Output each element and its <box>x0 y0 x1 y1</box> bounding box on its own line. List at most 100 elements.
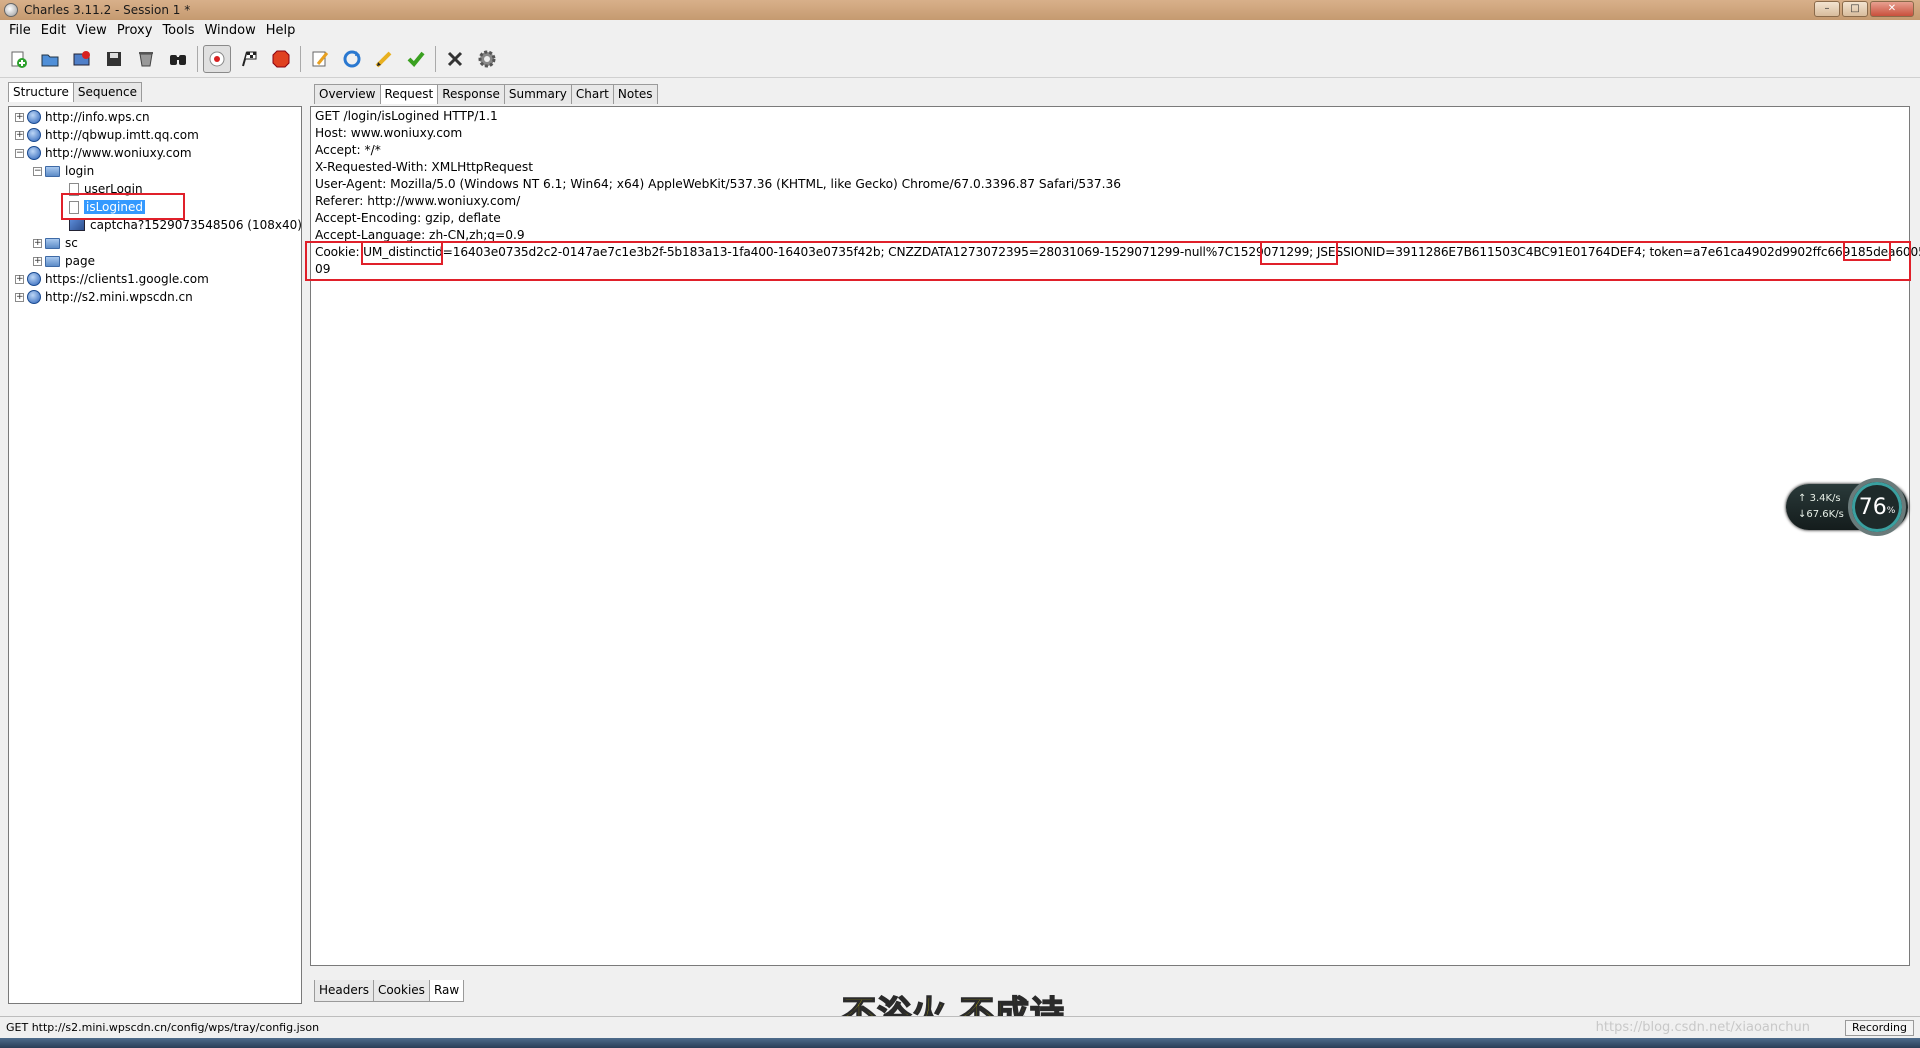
tree-item-label: https://clients1.google.com <box>45 272 209 286</box>
menu-help[interactable]: Help <box>261 23 301 38</box>
header-line: User-Agent: Mozilla/5.0 (Windows NT 6.1;… <box>315 177 1121 191</box>
structure-panel: Structure Sequence + http://info.wps.cn … <box>4 82 302 1012</box>
expand-icon[interactable]: + <box>33 256 42 266</box>
tree-item-folder[interactable]: − login <box>33 162 94 180</box>
tree-item-host[interactable]: + https://clients1.google.com <box>15 270 209 288</box>
download-speed: 67.6K/s <box>1806 509 1844 520</box>
record-icon[interactable] <box>203 44 231 73</box>
highlight-cookie-box <box>305 241 1911 281</box>
menu-tools[interactable]: Tools <box>157 23 199 38</box>
menu-edit[interactable]: Edit <box>36 23 71 38</box>
globe-icon <box>27 110 41 124</box>
tree-item-label: http://info.wps.cn <box>45 110 150 124</box>
header-line: Accept-Language: zh-CN,zh;q=0.9 <box>315 228 525 242</box>
upload-speed: 3.4K/s <box>1809 493 1841 504</box>
minimize-button[interactable]: – <box>1814 1 1840 17</box>
maximize-button[interactable]: □ <box>1842 1 1868 17</box>
image-icon <box>69 219 85 231</box>
breakpoints-icon[interactable] <box>267 45 295 73</box>
usage-percent-unit: % <box>1886 506 1896 516</box>
status-bar: GET http://s2.mini.wpscdn.cn/config/wps/… <box>0 1016 1920 1038</box>
tree-item-folder[interactable]: + page <box>33 252 95 270</box>
tree-item-folder[interactable]: + sc <box>33 234 78 252</box>
toolbar-separator <box>300 45 301 72</box>
header-line: X-Requested-With: XMLHttpRequest <box>315 160 534 174</box>
compose-icon[interactable] <box>306 45 334 73</box>
left-tabs: Structure Sequence <box>8 82 302 102</box>
tab-request[interactable]: Request <box>379 84 439 104</box>
repeat-icon[interactable] <box>338 45 366 73</box>
tab-chart[interactable]: Chart <box>570 84 614 104</box>
expand-icon[interactable]: + <box>15 292 24 302</box>
expand-icon[interactable]: + <box>33 238 42 248</box>
tab-raw[interactable]: Raw <box>428 980 465 1002</box>
highlight-um-distinctid <box>361 241 443 265</box>
window-controls: – □ ✕ <box>1814 1 1914 17</box>
validate-icon[interactable] <box>402 45 430 73</box>
globe-icon <box>27 272 41 286</box>
expand-icon[interactable]: + <box>15 112 24 122</box>
recording-indicator[interactable]: Recording <box>1844 1020 1914 1036</box>
highlight-jsessionid <box>1260 241 1338 265</box>
tab-overview[interactable]: Overview <box>314 84 381 104</box>
title-bar: Charles 3.11.2 - Session 1 * – □ ✕ <box>0 0 1920 20</box>
tree-item-label: http://s2.mini.wpscdn.cn <box>45 290 193 304</box>
new-session-icon[interactable] <box>4 45 32 73</box>
header-line: Accept-Encoding: gzip, deflate <box>315 211 501 225</box>
throttle-icon[interactable] <box>235 45 263 73</box>
tree-item-host[interactable]: − http://www.woniuxy.com <box>15 144 192 162</box>
toolbar <box>0 40 1920 78</box>
menu-file[interactable]: File <box>4 23 36 38</box>
tree-item-host[interactable]: + http://s2.mini.wpscdn.cn <box>15 288 193 306</box>
collapse-icon[interactable]: − <box>33 166 42 176</box>
detail-tabs: Overview Request Response Summary Chart … <box>314 84 658 104</box>
network-speed-widget[interactable]: ↑ 3.4K/s ↓67.6K/s 76% <box>1786 478 1908 536</box>
upload-arrow-icon: ↑ <box>1798 493 1807 504</box>
memory-usage-gauge: 76% <box>1848 478 1906 536</box>
open-session-icon[interactable] <box>36 45 64 73</box>
folder-icon <box>45 255 60 267</box>
header-line: Accept: */* <box>315 143 381 157</box>
detail-panel: Overview Request Response Summary Chart … <box>305 82 1920 1012</box>
tree-item-label: captcha?1529073548506 (108x40) <box>90 218 302 232</box>
expand-icon[interactable]: + <box>15 130 24 140</box>
tree-item-host[interactable]: + http://qbwup.imtt.qq.com <box>15 126 199 144</box>
structure-tree[interactable]: + http://info.wps.cn + http://qbwup.imtt… <box>8 106 302 1004</box>
close-button[interactable]: ✕ <box>1870 1 1914 17</box>
tab-headers[interactable]: Headers <box>314 980 374 1002</box>
highlight-box <box>61 193 185 220</box>
tab-response[interactable]: Response <box>437 84 505 104</box>
settings-icon[interactable] <box>473 45 501 73</box>
menu-view[interactable]: View <box>71 23 112 38</box>
tools-icon[interactable] <box>441 45 469 73</box>
expand-icon[interactable]: + <box>15 274 24 284</box>
tree-item-label: http://qbwup.imtt.qq.com <box>45 128 199 142</box>
save-icon[interactable] <box>100 45 128 73</box>
highlight-userid <box>1843 241 1891 261</box>
request-line: GET /login/isLogined HTTP/1.1 <box>315 109 498 123</box>
globe-icon <box>27 128 41 142</box>
tab-summary[interactable]: Summary <box>503 84 572 104</box>
find-icon[interactable] <box>164 45 192 73</box>
tree-item-label: page <box>65 254 95 268</box>
globe-icon <box>27 290 41 304</box>
tab-sequence[interactable]: Sequence <box>72 82 143 102</box>
watermark-url: https://blog.csdn.net/xiaoanchun <box>1595 1020 1810 1035</box>
tab-structure[interactable]: Structure <box>8 82 74 102</box>
collapse-icon[interactable]: − <box>15 148 24 158</box>
clear-icon[interactable] <box>132 45 160 73</box>
toolbar-separator <box>197 45 198 72</box>
tab-notes[interactable]: Notes <box>612 84 658 104</box>
menu-bar: File Edit View Proxy Tools Window Help <box>0 20 1920 40</box>
close-session-icon[interactable] <box>68 45 96 73</box>
tab-cookies[interactable]: Cookies <box>372 980 430 1002</box>
request-raw-view[interactable]: GET /login/isLogined HTTP/1.1 Host: www.… <box>305 106 1920 966</box>
status-text: GET http://s2.mini.wpscdn.cn/config/wps/… <box>6 1021 320 1034</box>
tree-item-label: login <box>65 164 95 178</box>
raw-view-tabs: Headers Cookies Raw <box>314 980 465 1002</box>
edit-icon[interactable] <box>370 45 398 73</box>
tree-item-host[interactable]: + http://info.wps.cn <box>15 108 150 126</box>
menu-window[interactable]: Window <box>199 23 260 38</box>
folder-icon <box>45 165 60 177</box>
menu-proxy[interactable]: Proxy <box>112 23 158 38</box>
